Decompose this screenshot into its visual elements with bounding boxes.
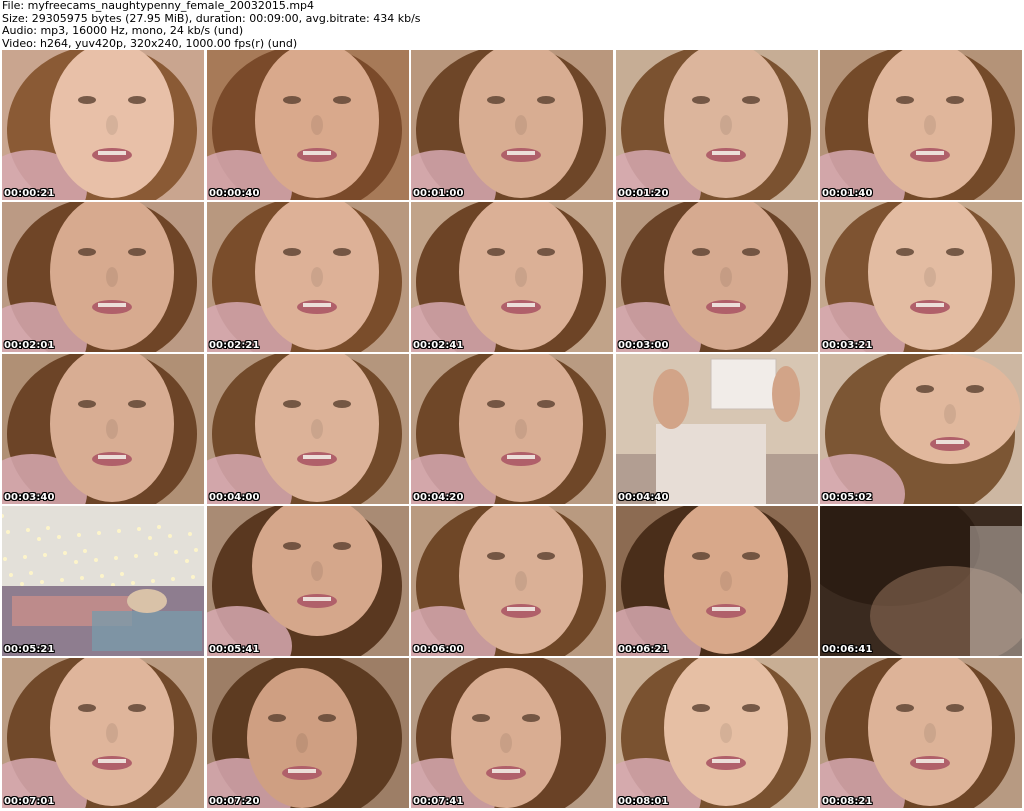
timestamp-label: 00:05:21 bbox=[4, 644, 55, 655]
timestamp-label: 00:00:40 bbox=[209, 188, 260, 199]
video-thumbnail: 00:07:01 bbox=[2, 658, 204, 808]
video-thumbnail: 00:05:02 bbox=[820, 354, 1022, 504]
thumbnail-frame-image bbox=[616, 658, 818, 808]
timestamp-label: 00:04:00 bbox=[209, 492, 260, 503]
timestamp-label: 00:07:01 bbox=[4, 796, 55, 807]
video-thumbnail: 00:04:00 bbox=[207, 354, 409, 504]
thumbnail-frame-image bbox=[207, 50, 409, 200]
thumbnail-frame-image bbox=[820, 354, 1022, 504]
thumbnail-frame-image bbox=[616, 202, 818, 352]
video-thumbnail: 00:05:21 bbox=[2, 506, 204, 656]
thumbnail-frame-image bbox=[411, 506, 613, 656]
timestamp-label: 00:07:41 bbox=[413, 796, 464, 807]
thumbnail-frame-image bbox=[616, 354, 818, 504]
video-thumbnail: 00:04:40 bbox=[616, 354, 818, 504]
thumbnail-frame-image bbox=[411, 658, 613, 808]
video-thumbnail: 00:08:01 bbox=[616, 658, 818, 808]
timestamp-label: 00:08:01 bbox=[618, 796, 669, 807]
video-thumbnail: 00:03:21 bbox=[820, 202, 1022, 352]
timestamp-label: 00:03:00 bbox=[618, 340, 669, 351]
timestamp-label: 00:01:00 bbox=[413, 188, 464, 199]
timestamp-label: 00:06:00 bbox=[413, 644, 464, 655]
timestamp-label: 00:02:41 bbox=[413, 340, 464, 351]
timestamp-label: 00:07:20 bbox=[209, 796, 260, 807]
video-thumbnail: 00:05:41 bbox=[207, 506, 409, 656]
video-thumbnail: 00:08:21 bbox=[820, 658, 1022, 808]
video-thumbnail: 00:06:21 bbox=[616, 506, 818, 656]
thumbnail-frame-image bbox=[411, 354, 613, 504]
thumbnail-frame-image bbox=[207, 658, 409, 808]
timestamp-label: 00:05:41 bbox=[209, 644, 260, 655]
timestamp-label: 00:06:21 bbox=[618, 644, 669, 655]
timestamp-label: 00:04:20 bbox=[413, 492, 464, 503]
timestamp-label: 00:02:01 bbox=[4, 340, 55, 351]
thumbnail-frame-image bbox=[820, 658, 1022, 808]
thumbnail-frame-image bbox=[616, 506, 818, 656]
video-thumbnail: 00:02:21 bbox=[207, 202, 409, 352]
thumbnail-frame-image bbox=[207, 202, 409, 352]
timestamp-label: 00:00:21 bbox=[4, 188, 55, 199]
video-thumbnail: 00:06:00 bbox=[411, 506, 613, 656]
video-thumbnail: 00:07:20 bbox=[207, 658, 409, 808]
video-thumbnail: 00:04:20 bbox=[411, 354, 613, 504]
video-thumbnail: 00:01:00 bbox=[411, 50, 613, 200]
video-thumbnail: 00:01:20 bbox=[616, 50, 818, 200]
timestamp-label: 00:01:20 bbox=[618, 188, 669, 199]
thumbnail-frame-image bbox=[2, 354, 204, 504]
video-thumbnail: 00:07:41 bbox=[411, 658, 613, 808]
video-thumbnail: 00:03:40 bbox=[2, 354, 204, 504]
file-info-header: File: myfreecams_naughtypenny_female_200… bbox=[2, 0, 1022, 50]
thumbnail-frame-image bbox=[411, 202, 613, 352]
video-thumbnail: 00:03:00 bbox=[616, 202, 818, 352]
timestamp-label: 00:06:41 bbox=[822, 644, 873, 655]
timestamp-label: 00:04:40 bbox=[618, 492, 669, 503]
timestamp-label: 00:02:21 bbox=[209, 340, 260, 351]
audio-info-line: Audio: mp3, 16000 Hz, mono, 24 kb/s (und… bbox=[2, 24, 244, 37]
video-thumbnail: 00:00:21 bbox=[2, 50, 204, 200]
video-thumbnail: 00:02:41 bbox=[411, 202, 613, 352]
timestamp-label: 00:08:21 bbox=[822, 796, 873, 807]
video-thumbnail: 00:06:41 bbox=[820, 506, 1022, 656]
thumbnail-frame-image bbox=[207, 506, 409, 656]
video-thumbnail: 00:00:40 bbox=[207, 50, 409, 200]
video-thumbnail: 00:02:01 bbox=[2, 202, 204, 352]
timestamp-label: 00:05:02 bbox=[822, 492, 873, 503]
timestamp-label: 00:03:40 bbox=[4, 492, 55, 503]
thumbnail-frame-image bbox=[2, 202, 204, 352]
thumbnail-frame-image bbox=[820, 506, 1022, 656]
timestamp-label: 00:03:21 bbox=[822, 340, 873, 351]
thumbnail-frame-image bbox=[207, 354, 409, 504]
video-info-line: Video: h264, yuv420p, 320x240, 1000.00 f… bbox=[2, 36, 298, 50]
thumbnail-frame-image bbox=[2, 50, 204, 200]
thumbnail-frame-image bbox=[820, 202, 1022, 352]
file-name-line: File: myfreecams_naughtypenny_female_200… bbox=[2, 0, 315, 12]
video-thumbnail: 00:01:40 bbox=[820, 50, 1022, 200]
thumbnail-frame-image bbox=[616, 50, 818, 200]
thumbnail-frame-image bbox=[2, 506, 204, 656]
thumbnail-frame-image bbox=[411, 50, 613, 200]
timestamp-label: 00:01:40 bbox=[822, 188, 873, 199]
thumbnail-frame-image bbox=[820, 50, 1022, 200]
thumbnail-frame-image bbox=[2, 658, 204, 808]
thumbnail-grid: 00:00:21 00:00:40 00:01:00 00:01:20 00:01:40… bbox=[2, 50, 1022, 809]
